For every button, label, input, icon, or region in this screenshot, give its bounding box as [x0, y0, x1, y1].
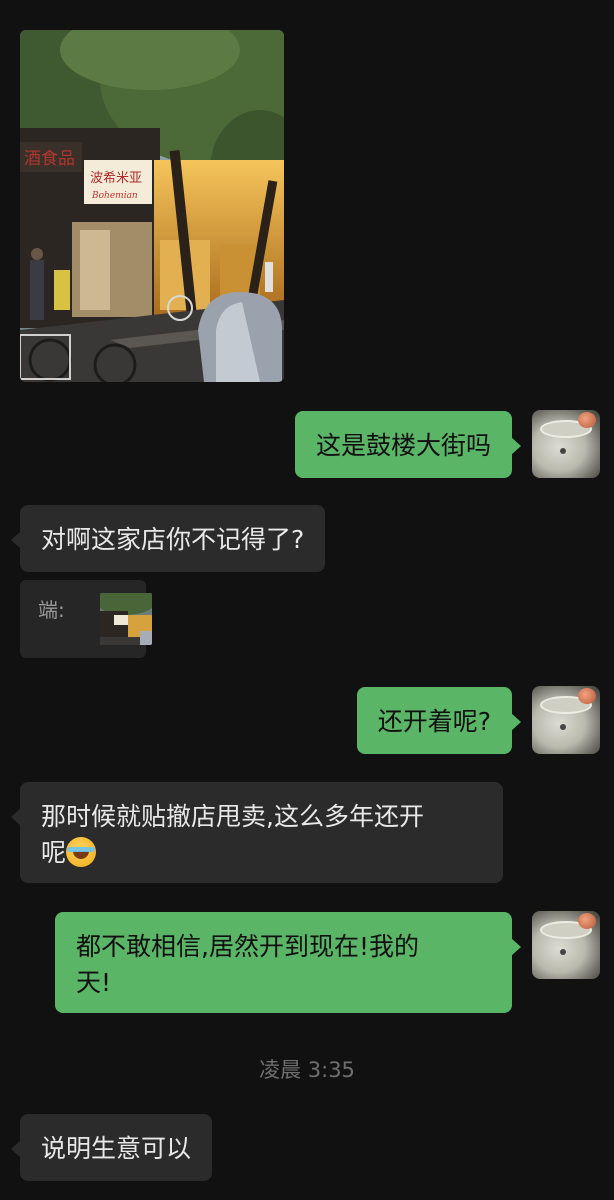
message-line-1: 都不敢相信,居然开到现在!我的	[76, 932, 419, 961]
quoted-image-thumbnail[interactable]	[100, 593, 152, 645]
shop-sign-subtext: Bohemian	[91, 191, 138, 201]
svg-text:酒食品: 酒食品	[24, 149, 75, 169]
user-avatar[interactable]	[532, 911, 600, 979]
street-photo: 酒食品 波希米亚 Bohemian	[20, 30, 284, 382]
incoming-message-bubble[interactable]: 那时候就贴撤店甩卖,这么多年还开 呢	[11, 782, 503, 883]
outgoing-message-bubble[interactable]: 这是鼓楼大街吗	[294, 411, 522, 478]
tears-of-joy-emoji-icon	[66, 837, 97, 867]
user-avatar[interactable]	[532, 686, 600, 754]
message-line-1: 那时候就贴撤店甩卖,这么多年还开	[41, 802, 424, 831]
quoted-message[interactable]: 端:	[20, 580, 152, 658]
outgoing-message-bubble[interactable]: 还开着呢?	[356, 687, 522, 754]
image-message[interactable]: 酒食品 波希米亚 Bohemian	[20, 30, 284, 382]
message-timestamp: 凌晨 3:35	[259, 1058, 355, 1082]
incoming-message-bubble[interactable]: 对啊这家店你不记得了?	[10, 505, 326, 572]
user-avatar[interactable]	[532, 410, 600, 478]
shop-sign-text: 波希米亚	[90, 171, 142, 186]
message-line-2: 天!	[76, 968, 112, 997]
quote-label: 端:	[38, 598, 65, 622]
outgoing-message-bubble[interactable]: 都不敢相信,居然开到现在!我的 天!	[55, 912, 521, 1013]
message-line-2: 呢	[41, 838, 67, 867]
incoming-message-bubble[interactable]: 说明生意可以	[10, 1114, 213, 1181]
chat-window: 酒食品 波希米亚 Bohemian 这是鼓楼大街吗 对啊这家店你不记得了? 端:…	[0, 0, 614, 1200]
